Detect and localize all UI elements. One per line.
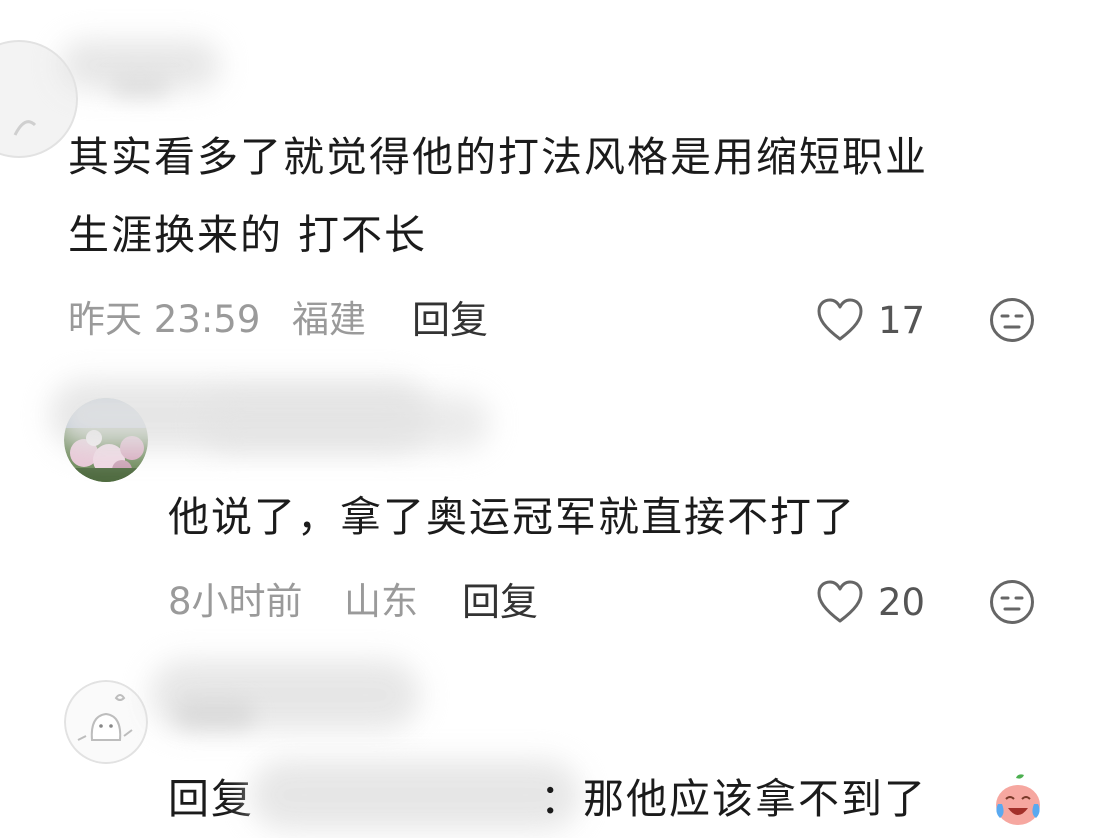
comment-time: 8小时前 — [168, 580, 303, 623]
comment-location: 山东 — [344, 580, 418, 623]
reply-button[interactable]: 回复 — [462, 580, 538, 624]
reply-prefix: 回复 — [168, 775, 254, 823]
username-blurred-2 — [110, 75, 170, 99]
like-button[interactable]: 17 — [816, 297, 925, 343]
like-count: 20 — [878, 580, 926, 624]
comment-text: ：那他应该拿不到了 — [540, 775, 927, 823]
heart-outline-icon — [817, 580, 863, 623]
neutral-face-icon[interactable] — [989, 297, 1035, 343]
neutral-face-icon[interactable] — [989, 579, 1035, 625]
like-button[interactable]: 20 — [816, 579, 925, 625]
avatar[interactable] — [64, 680, 148, 764]
comment-text-line-2: 生涯换来的 打不长 — [68, 211, 428, 259]
like-count: 17 — [878, 298, 926, 342]
comment-time: 昨天 23:59 — [68, 298, 261, 341]
crying-laughing-emoji — [996, 774, 1040, 825]
username-blurred-2 — [175, 700, 255, 730]
comment-location: 福建 — [292, 298, 366, 341]
comment-text-line-1: 其实看多了就觉得他的打法风格是用缩短职业 — [68, 133, 928, 181]
reply-target-blurred — [250, 760, 580, 830]
heart-outline-icon — [817, 298, 863, 341]
reply-button[interactable]: 回复 — [412, 298, 488, 342]
username-blurred-2 — [200, 395, 490, 450]
comment-text: 他说了，拿了奥运冠军就直接不打了 — [168, 493, 856, 541]
